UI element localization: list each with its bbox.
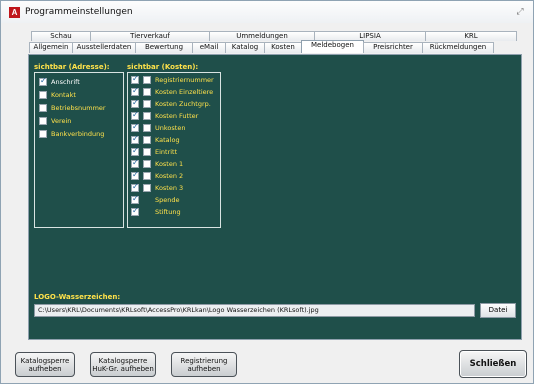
checkbox[interactable] bbox=[131, 86, 139, 96]
logo-path-field[interactable]: C:\Users\KRL\Documents\KRLsoft\AccessPro… bbox=[34, 304, 475, 317]
address-heading: sichtbar (Adresse): bbox=[34, 63, 110, 71]
cost-item-label: Katalog bbox=[155, 136, 180, 144]
cost-item-label: Kosten 2 bbox=[155, 172, 184, 180]
tab-schau[interactable]: Schau bbox=[31, 31, 91, 41]
settings-window: A Programmeinstellungen ⤢ Schau Tierverk… bbox=[0, 0, 534, 384]
checkbox-secondary[interactable] bbox=[143, 76, 151, 84]
cost-item-label: Unkosten bbox=[155, 124, 186, 132]
button-line-2: HuK-Gr. aufheben bbox=[92, 364, 154, 373]
tab-krl[interactable]: KRL bbox=[425, 31, 517, 41]
checkbox-secondary[interactable] bbox=[143, 112, 151, 120]
checkbox-secondary[interactable] bbox=[143, 172, 151, 180]
checkbox[interactable] bbox=[131, 170, 139, 180]
cost-item-label: Kosten 1 bbox=[155, 160, 184, 168]
checkbox[interactable] bbox=[39, 104, 47, 112]
tab-tierverkauf[interactable]: Tierverkauf bbox=[90, 31, 210, 41]
cost-item-katalog[interactable]: Katalog bbox=[131, 134, 180, 145]
cost-item-kosten-2[interactable]: Kosten 2 bbox=[131, 170, 184, 181]
tab-row-upper: Schau Tierverkauf Ummeldungen LIPSIA KRL bbox=[31, 31, 517, 41]
button-line-1: Katalogsperre bbox=[98, 356, 148, 365]
checkbox[interactable] bbox=[131, 110, 139, 120]
address-item-label: Bankverbindung bbox=[51, 130, 105, 138]
cost-item-stiftung[interactable]: Stiftung bbox=[131, 206, 181, 217]
logo-heading: LOGO-Wasserzeichen: bbox=[34, 293, 121, 301]
tab-rueckmeldungen[interactable]: Rückmeldungen bbox=[422, 42, 494, 53]
checkbox-secondary[interactable] bbox=[143, 136, 151, 144]
close-button[interactable]: Schließen bbox=[459, 350, 527, 378]
registrierung-aufheben-button[interactable]: Registrierung aufheben bbox=[171, 352, 237, 377]
close-icon[interactable]: ⤢ bbox=[515, 7, 525, 17]
costs-group: Registriernummer Kosten Einzeltiere Kost… bbox=[127, 72, 221, 228]
app-icon: A bbox=[9, 6, 20, 18]
address-item-label: Betriebsnummer bbox=[51, 104, 106, 112]
checkbox[interactable] bbox=[39, 130, 47, 138]
tab-allgemein[interactable]: Allgemein bbox=[29, 42, 73, 53]
window-title: Programmeinstellungen bbox=[25, 7, 133, 17]
tab-ausstellerdaten[interactable]: Ausstellerdaten bbox=[72, 42, 136, 53]
tab-katalog[interactable]: Katalog bbox=[225, 42, 265, 53]
cost-item-label: Stiftung bbox=[155, 208, 181, 216]
checkbox[interactable] bbox=[131, 158, 139, 168]
checkbox[interactable] bbox=[39, 76, 47, 86]
address-item-kontakt[interactable]: Kontakt bbox=[39, 90, 76, 100]
checkbox[interactable] bbox=[131, 98, 139, 108]
meldebogen-panel: sichtbar (Adresse): sichtbar (Kosten): A… bbox=[28, 54, 522, 340]
cost-item-label: Kosten Zuchtgrp. bbox=[155, 100, 211, 108]
tab-meldebogen[interactable]: Meldebogen bbox=[301, 40, 364, 53]
address-item-verein[interactable]: Verein bbox=[39, 116, 71, 126]
cost-item-unkosten[interactable]: Unkosten bbox=[131, 122, 186, 133]
cost-item-label: Eintritt bbox=[155, 148, 178, 156]
address-item-anschrift[interactable]: Anschrift bbox=[39, 76, 80, 87]
checkbox-secondary[interactable] bbox=[143, 148, 151, 156]
address-item-label: Verein bbox=[51, 117, 72, 125]
checkbox[interactable] bbox=[131, 134, 139, 144]
file-button[interactable]: Datei bbox=[480, 303, 516, 318]
cost-item-registriernummer[interactable]: Registriernummer bbox=[131, 74, 214, 85]
tab-preisrichter[interactable]: Preisrichter bbox=[363, 42, 423, 53]
checkbox-secondary[interactable] bbox=[143, 124, 151, 132]
tab-kosten[interactable]: Kosten bbox=[264, 42, 302, 53]
tab-email[interactable]: eMail bbox=[192, 42, 226, 53]
cost-item-kosten-futter[interactable]: Kosten Futter bbox=[131, 110, 199, 121]
button-line-1: Registrierung bbox=[180, 356, 228, 365]
address-item-label: Kontakt bbox=[51, 91, 76, 99]
checkbox-secondary[interactable] bbox=[143, 100, 151, 108]
title-bar: A Programmeinstellungen ⤢ bbox=[1, 1, 533, 23]
button-line-2: aufheben bbox=[28, 364, 62, 373]
cost-item-spende[interactable]: Spende bbox=[131, 194, 180, 205]
cost-item-label: Kosten Einzeltiere bbox=[155, 88, 214, 96]
checkbox[interactable] bbox=[131, 206, 139, 216]
checkbox[interactable] bbox=[131, 194, 139, 204]
cost-item-label: Registriernummer bbox=[155, 76, 214, 84]
cost-item-label: Kosten 3 bbox=[155, 184, 184, 192]
checkbox[interactable] bbox=[39, 91, 47, 99]
address-item-bankverbindung[interactable]: Bankverbindung bbox=[39, 129, 104, 139]
cost-item-kosten-1[interactable]: Kosten 1 bbox=[131, 158, 184, 169]
checkbox[interactable] bbox=[131, 182, 139, 192]
cost-item-label: Spende bbox=[155, 196, 180, 204]
address-group: Anschrift Kontakt Betriebsnummer Verein … bbox=[34, 72, 124, 228]
katalogsperre-hukgr-aufheben-button[interactable]: Katalogsperre HuK-Gr. aufheben bbox=[90, 352, 156, 377]
tab-ummeldungen[interactable]: Ummeldungen bbox=[209, 31, 315, 41]
costs-heading: sichtbar (Kosten): bbox=[127, 63, 199, 71]
tab-bewertung[interactable]: Bewertung bbox=[135, 42, 193, 53]
katalogsperre-aufheben-button[interactable]: Katalogsperre aufheben bbox=[15, 352, 75, 377]
button-line-1: Katalogsperre bbox=[20, 356, 70, 365]
cost-item-label: Kosten Futter bbox=[155, 112, 199, 120]
checkbox[interactable] bbox=[131, 74, 139, 84]
button-line-2: aufheben bbox=[187, 364, 221, 373]
cost-item-kosten-3[interactable]: Kosten 3 bbox=[131, 182, 184, 193]
cost-item-eintritt[interactable]: Eintritt bbox=[131, 146, 178, 157]
checkbox-secondary[interactable] bbox=[143, 88, 151, 96]
tab-row-lower: Allgemein Ausstellerdaten Bewertung eMai… bbox=[29, 40, 494, 53]
address-item-betriebsnummer[interactable]: Betriebsnummer bbox=[39, 103, 106, 113]
cost-item-kosten-einzeltiere[interactable]: Kosten Einzeltiere bbox=[131, 86, 214, 97]
address-item-label: Anschrift bbox=[51, 78, 80, 86]
checkbox-secondary[interactable] bbox=[143, 160, 151, 168]
checkbox[interactable] bbox=[131, 146, 139, 156]
cost-item-kosten-zuchtgrp[interactable]: Kosten Zuchtgrp. bbox=[131, 98, 211, 109]
checkbox[interactable] bbox=[131, 122, 139, 132]
checkbox-secondary[interactable] bbox=[143, 184, 151, 192]
checkbox[interactable] bbox=[39, 117, 47, 125]
